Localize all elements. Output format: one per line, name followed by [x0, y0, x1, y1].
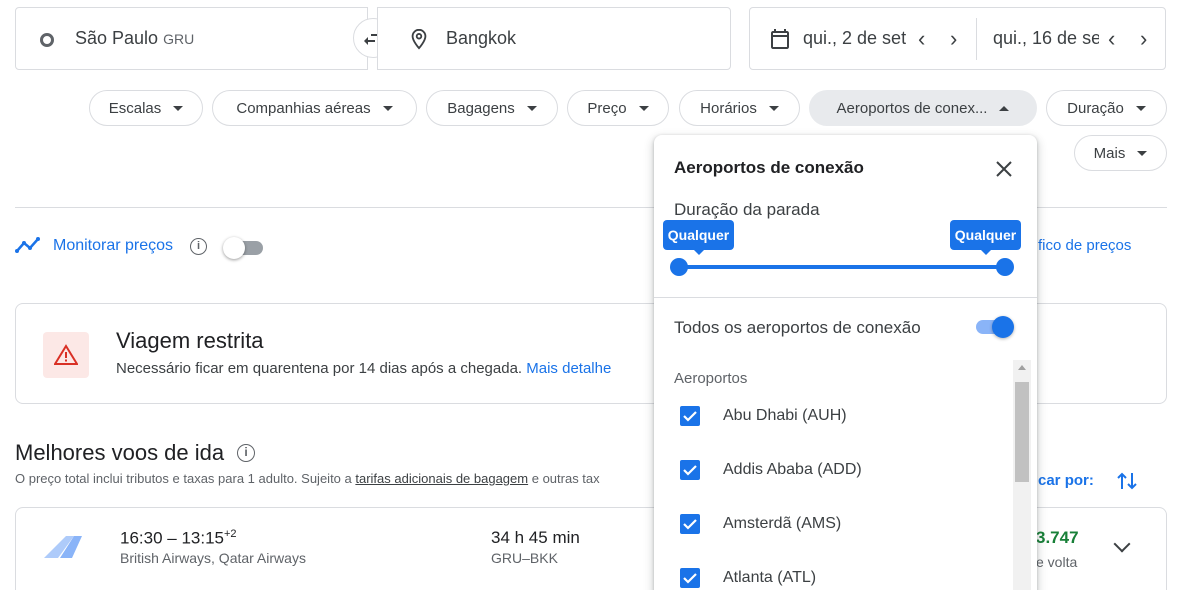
all-airports-toggle[interactable]: [974, 315, 1016, 339]
flight-duration: 34 h 45 min: [491, 528, 580, 547]
filter-label: Mais: [1093, 144, 1126, 162]
return-date[interactable]: qui., 16 de se: [993, 28, 1099, 49]
slider-track: [679, 265, 1005, 269]
track-prices-toggle[interactable]: [223, 237, 263, 259]
price-note-tail: e outras tax: [528, 471, 600, 486]
slider-max-text: Qualquer: [954, 227, 1017, 243]
filter-bags[interactable]: Bagagens: [426, 90, 558, 126]
airport-checkbox[interactable]: [680, 406, 700, 426]
check-icon: [683, 465, 697, 476]
check-icon: [683, 411, 697, 422]
popup-title: Aeroportos de conexão: [674, 158, 864, 177]
warning-box: [43, 332, 89, 378]
airline-logo: [44, 536, 82, 558]
origin-circle-icon: [40, 33, 54, 47]
price-graph-link[interactable]: fico de preços: [1038, 237, 1131, 254]
filter-times[interactable]: Horários: [679, 90, 800, 126]
slider-max-bubble: Qualquer: [950, 220, 1021, 255]
return-prev-icon[interactable]: ‹: [1108, 26, 1115, 52]
airport-name[interactable]: Atlanta (ATL): [723, 569, 816, 587]
filter-more[interactable]: Mais: [1074, 135, 1167, 171]
flight-price: 3.747: [1036, 528, 1079, 547]
calendar-icon: [771, 29, 789, 49]
best-flights-title: Melhores voos de ida: [15, 440, 225, 465]
filter-label: Bagagens: [447, 99, 515, 117]
filter-label: Companhias aéreas: [236, 99, 371, 117]
scrollbar-thumb[interactable]: [1015, 382, 1029, 482]
filter-price[interactable]: Preço: [567, 90, 669, 126]
filter-label: Preço: [587, 99, 627, 117]
location-pin-icon: [411, 28, 427, 50]
caret-down-icon: [173, 105, 184, 111]
caret-down-icon: [382, 105, 393, 111]
airport-checkbox[interactable]: [680, 514, 700, 534]
restricted-details-link[interactable]: Mais detalhe: [526, 360, 611, 377]
trend-line-icon: [15, 237, 40, 253]
caret-up-icon: [999, 105, 1010, 111]
caret-down-icon: [1137, 150, 1148, 156]
destination-field[interactable]: Bangkok: [377, 7, 731, 70]
expand-chevron-icon[interactable]: [1113, 535, 1131, 553]
toggle-thumb: [992, 316, 1014, 338]
airport-name[interactable]: Addis Ababa (ADD): [723, 461, 862, 479]
check-icon: [683, 519, 697, 530]
caret-down-icon: [526, 105, 537, 111]
caret-down-icon: [1135, 105, 1146, 111]
filter-label: Escalas: [108, 99, 162, 117]
date-divider: [976, 18, 977, 60]
flight-route: GRU–BKK: [491, 550, 558, 566]
slider-min-handle[interactable]: [670, 258, 688, 276]
popup-divider: [654, 297, 1037, 298]
all-airports-label: Todos os aeroportos de conexão: [674, 318, 921, 337]
depart-prev-icon[interactable]: ‹: [918, 26, 925, 52]
airports-heading: Aeroportos: [674, 370, 748, 387]
filter-label: Horários: [700, 99, 757, 117]
restricted-text: Necessário ficar em quarentena por 14 di…: [116, 360, 523, 377]
sort-icon[interactable]: [1116, 469, 1138, 493]
connecting-airports-popup: Aeroportos de conexão Duração da parada …: [654, 135, 1037, 590]
caret-down-icon: [768, 105, 779, 111]
slider-min-text: Qualquer: [667, 227, 730, 243]
filter-duration[interactable]: Duração: [1046, 90, 1167, 126]
close-icon[interactable]: [994, 159, 1014, 179]
flight-price-note: e volta: [1036, 554, 1078, 570]
airport-checkbox[interactable]: [680, 568, 700, 588]
toggle-thumb: [223, 237, 245, 259]
depart-date[interactable]: qui., 2 de set: [803, 28, 906, 49]
price-note: O preço total inclui tributos e taxas pa…: [15, 471, 356, 486]
airport-name[interactable]: Amsterdã (AMS): [723, 515, 841, 533]
filter-label: Duração: [1067, 99, 1124, 117]
airports-scrollbar[interactable]: [1013, 360, 1031, 590]
stop-duration-label: Duração da parada: [674, 200, 820, 219]
return-next-icon[interactable]: ›: [1140, 26, 1147, 52]
origin-field[interactable]: São Paulo GRU: [15, 7, 368, 70]
origin-code: GRU: [163, 31, 195, 47]
airport-name[interactable]: Abu Dhabi (AUH): [723, 407, 847, 425]
airport-checkbox[interactable]: [680, 460, 700, 480]
baggage-fees-link[interactable]: tarifas adicionais de bagagem: [355, 471, 528, 486]
scroll-up-arrow-icon[interactable]: [1018, 365, 1026, 370]
caret-down-icon: [638, 105, 649, 111]
slider-min-bubble: Qualquer: [663, 220, 734, 255]
check-icon: [683, 573, 697, 584]
filter-connecting-airports[interactable]: Aeroportos de conex...: [809, 90, 1037, 126]
flight-airlines: British Airways, Qatar Airways: [120, 550, 306, 566]
filter-airlines[interactable]: Companhias aéreas: [212, 90, 417, 126]
depart-next-icon[interactable]: ›: [950, 26, 957, 52]
filter-label: Aeroportos de conex...: [836, 99, 988, 117]
filter-stops[interactable]: Escalas: [89, 90, 203, 126]
slider-max-handle[interactable]: [996, 258, 1014, 276]
flight-times: 16:30 – 13:15: [120, 528, 224, 548]
sort-by-label[interactable]: car por:: [1038, 472, 1094, 489]
dates-field[interactable]: qui., 2 de set ‹ › qui., 16 de se ‹ ›: [749, 7, 1166, 70]
restricted-title: Viagem restrita: [116, 328, 264, 353]
info-icon[interactable]: i: [190, 238, 207, 255]
origin-city: São Paulo: [75, 28, 159, 48]
track-prices-label[interactable]: Monitorar preços: [53, 237, 173, 255]
warning-icon: [54, 344, 78, 365]
destination-text: Bangkok: [446, 28, 517, 48]
day-offset: +2: [223, 528, 237, 540]
best-flights-info-icon[interactable]: i: [237, 444, 255, 462]
